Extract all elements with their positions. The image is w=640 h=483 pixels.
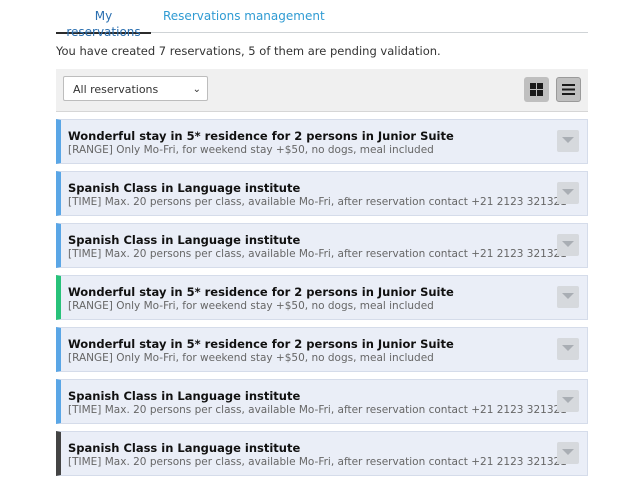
list-view-button[interactable] bbox=[556, 77, 581, 102]
reservation-details: [TIME] Max. 20 persons per class, availa… bbox=[68, 196, 567, 208]
expand-button[interactable] bbox=[557, 390, 579, 412]
grid-view-button[interactable] bbox=[524, 77, 549, 102]
expand-button[interactable] bbox=[557, 234, 579, 256]
reservation-details: [TIME] Max. 20 persons per class, availa… bbox=[68, 404, 567, 416]
chevron-down-icon: ⌄ bbox=[192, 84, 201, 95]
filter-selected-value: All reservations bbox=[73, 83, 159, 96]
reservation-details: [TIME] Max. 20 persons per class, availa… bbox=[68, 248, 567, 260]
reservations-page: My reservations Reservations management … bbox=[0, 0, 640, 480]
reservation-title: Wonderful stay in 5* residence for 2 per… bbox=[68, 337, 454, 351]
chevron-down-icon bbox=[562, 397, 574, 403]
expand-button[interactable] bbox=[557, 338, 579, 360]
chevron-down-icon bbox=[562, 241, 574, 247]
reservation-list: Wonderful stay in 5* residence for 2 per… bbox=[56, 119, 588, 483]
reservation-details: [RANGE] Only Mo-Fri, for weekend stay +$… bbox=[68, 300, 434, 312]
chevron-down-icon bbox=[562, 293, 574, 299]
reservation-title: Spanish Class in Language institute bbox=[68, 233, 301, 247]
expand-button[interactable] bbox=[557, 182, 579, 204]
reservation-row[interactable]: Wonderful stay in 5* residence for 2 per… bbox=[56, 119, 588, 164]
reservation-details: [RANGE] Only Mo-Fri, for weekend stay +$… bbox=[68, 144, 434, 156]
reservation-details: [TIME] Max. 20 persons per class, availa… bbox=[68, 456, 567, 468]
reservation-row[interactable]: Wonderful stay in 5* residence for 2 per… bbox=[56, 275, 588, 320]
list-icon bbox=[562, 84, 575, 95]
tab-reservations-management[interactable]: Reservations management bbox=[163, 8, 325, 32]
toolbar: All reservations ⌄ bbox=[56, 69, 588, 112]
reservation-title: Wonderful stay in 5* residence for 2 per… bbox=[68, 285, 454, 299]
chevron-down-icon bbox=[562, 449, 574, 455]
reservation-row[interactable]: Spanish Class in Language institute [TIM… bbox=[56, 171, 588, 216]
expand-button[interactable] bbox=[557, 286, 579, 308]
reservations-summary: You have created 7 reservations, 5 of th… bbox=[56, 44, 441, 58]
reservation-row[interactable]: Wonderful stay in 5* residence for 2 per… bbox=[56, 327, 588, 372]
reservation-title: Spanish Class in Language institute bbox=[68, 441, 301, 455]
tab-bar: My reservations Reservations management bbox=[56, 0, 588, 39]
chevron-down-icon bbox=[562, 345, 574, 351]
reservation-row[interactable]: Spanish Class in Language institute [TIM… bbox=[56, 379, 588, 424]
reservation-title: Spanish Class in Language institute bbox=[68, 181, 301, 195]
reservation-title: Wonderful stay in 5* residence for 2 per… bbox=[68, 129, 454, 143]
chevron-down-icon bbox=[562, 189, 574, 195]
reservation-title: Spanish Class in Language institute bbox=[68, 389, 301, 403]
reservation-row[interactable]: Spanish Class in Language institute [TIM… bbox=[56, 223, 588, 268]
tab-my-reservations[interactable]: My reservations bbox=[56, 8, 151, 39]
chevron-down-icon bbox=[562, 137, 574, 143]
reservation-filter-select[interactable]: All reservations ⌄ bbox=[63, 76, 208, 101]
grid-icon bbox=[530, 83, 543, 96]
expand-button[interactable] bbox=[557, 442, 579, 464]
expand-button[interactable] bbox=[557, 130, 579, 152]
reservation-details: [RANGE] Only Mo-Fri, for weekend stay +$… bbox=[68, 352, 434, 364]
reservation-row[interactable]: Spanish Class in Language institute [TIM… bbox=[56, 431, 588, 476]
